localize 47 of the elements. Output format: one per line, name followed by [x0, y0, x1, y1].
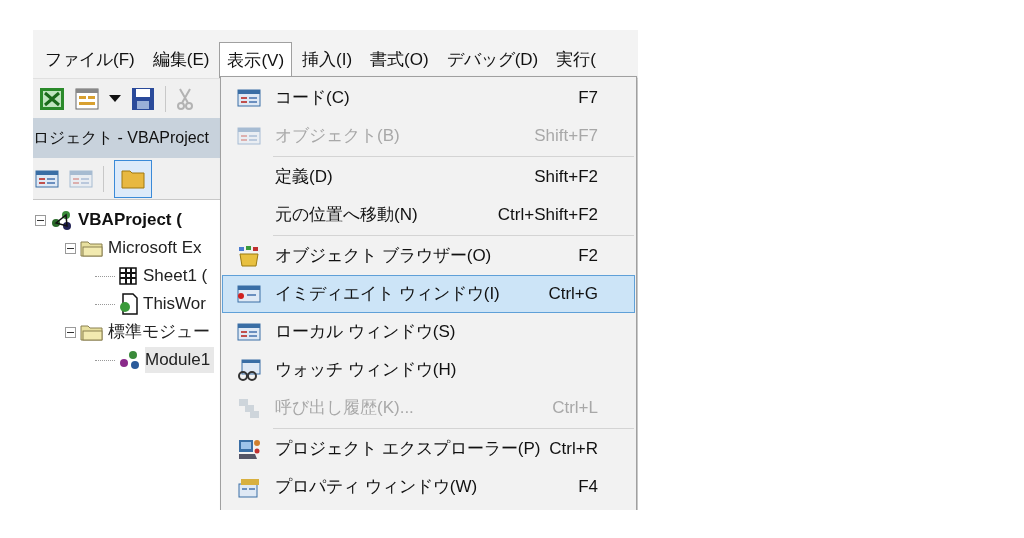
panel-title: ロジェクト - VBAProject — [33, 128, 210, 148]
menu-item[interactable]: イミディエイト ウィンドウ(I) Ctrl+G — [222, 275, 635, 313]
form-icon[interactable] — [75, 87, 99, 110]
folder-icon — [80, 323, 104, 341]
menu-item[interactable]: 定義(D) Shift+F2 — [222, 158, 635, 196]
stack-icon — [237, 397, 261, 419]
menu-item[interactable]: ウォッチ ウィンドウ(H) — [222, 351, 635, 389]
tree-item[interactable]: Microsoft Ex — [108, 235, 202, 261]
menu-bar-item[interactable]: ファイル(F) — [37, 42, 143, 78]
window-icon — [237, 322, 261, 342]
menu-bar-item[interactable]: デバッグ(D) — [438, 42, 547, 78]
properties-icon — [237, 476, 261, 498]
dropdown-caret-icon[interactable] — [109, 94, 121, 103]
tree-item[interactable]: Sheet1 ( — [143, 263, 208, 289]
package-icon — [237, 245, 261, 267]
tree-item[interactable]: ThisWor — [143, 291, 206, 317]
module-icon — [119, 350, 141, 370]
folder-icon — [121, 168, 145, 189]
menu-bar-item[interactable]: 実行( — [548, 42, 604, 78]
menu-bar-item[interactable]: 書式(O) — [362, 42, 437, 78]
sheet-icon — [119, 266, 139, 286]
toggle-folders-button[interactable] — [114, 159, 152, 198]
menu-item[interactable]: コード(C) F7 — [222, 79, 635, 117]
save-icon[interactable] — [131, 86, 155, 111]
menu-bar-item[interactable]: 挿入(I) — [294, 42, 361, 78]
collapse-toggle[interactable] — [35, 214, 46, 226]
tree-item[interactable]: VBAProject ( — [78, 207, 182, 233]
form-window-icon — [237, 126, 261, 146]
menu-item[interactable]: ローカル ウィンドウ(S) — [222, 313, 635, 351]
menu-item[interactable]: オブジェクト ブラウザー(O) F2 — [222, 237, 635, 275]
view-code-icon — [35, 168, 59, 189]
collapse-toggle[interactable] — [65, 242, 76, 254]
glasses-window-icon — [237, 359, 261, 381]
menu-bar-item[interactable]: 表示(V) — [219, 42, 293, 78]
code-window-icon — [237, 88, 261, 108]
spreadsheet-icon[interactable] — [39, 86, 65, 111]
menu-bar-item[interactable]: 編集(E) — [144, 42, 218, 78]
folder-icon — [80, 239, 104, 257]
tree-item[interactable]: Module1 — [145, 347, 215, 373]
window-icon — [237, 284, 261, 304]
workbook-icon — [119, 293, 139, 315]
menu-item[interactable]: 元の位置へ移動(N) Ctrl+Shift+F2 — [222, 196, 635, 234]
menu-item[interactable]: プロパティ ウィンドウ(W) F4 — [222, 468, 635, 506]
view-object-icon — [69, 168, 93, 189]
menu-item[interactable]: プロジェクト エクスプローラー(P) Ctrl+R — [222, 430, 635, 468]
collapse-toggle[interactable] — [65, 326, 76, 338]
tree-item[interactable]: 標準モジュー — [108, 319, 210, 345]
